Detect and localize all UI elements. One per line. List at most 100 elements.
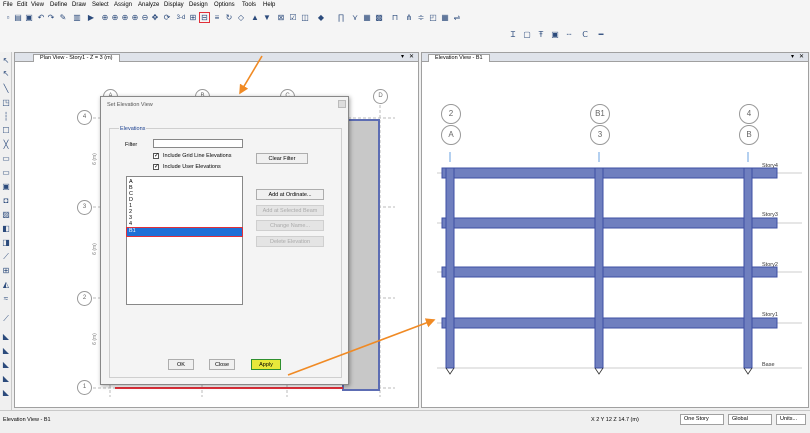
menu-analyze[interactable]: Analyze — [138, 2, 159, 8]
draw-link-icon[interactable]: ◨ — [1, 238, 11, 248]
new-model-icon[interactable]: ▫ — [3, 13, 13, 23]
plan-view-tab[interactable]: Plan View - Story1 - Z = 3 (m) — [33, 54, 120, 62]
menu-edit[interactable]: Edit — [17, 2, 27, 8]
zoom-previous-icon[interactable]: ⊕ — [120, 13, 130, 23]
redo-icon[interactable]: ↷ — [46, 13, 56, 23]
menu-select[interactable]: Select — [92, 2, 109, 8]
menu-options[interactable]: Options — [214, 2, 235, 8]
save-icon[interactable]: ▣ — [24, 13, 34, 23]
panel-icon[interactable]: ▣ — [550, 30, 560, 40]
tab-dropdown-icon[interactable]: ▾ — [401, 53, 404, 62]
show-undeformed-icon[interactable]: ◫ — [300, 13, 310, 23]
add-at-selected-beam-button[interactable]: Add at Selected Beam — [256, 205, 324, 216]
column-icon[interactable]: ⊓ — [390, 13, 400, 23]
draw-brace-icon[interactable]: ☐ — [1, 126, 11, 136]
menu-draw[interactable]: Draw — [72, 2, 86, 8]
draw-slab-icon[interactable]: ▨ — [1, 210, 11, 220]
pointer-icon[interactable]: ↖ — [1, 56, 11, 66]
close-button[interactable]: Close — [209, 359, 235, 370]
pan-icon[interactable]: ✥ — [150, 13, 160, 23]
run-icon[interactable]: ▶ — [86, 13, 96, 23]
menu-help[interactable]: Help — [263, 2, 275, 8]
list-item-selected[interactable]: B1 — [126, 227, 243, 237]
menu-tools[interactable]: Tools — [242, 2, 256, 8]
menu-define[interactable]: Define — [50, 2, 67, 8]
down-one-level-icon[interactable]: ▼ — [262, 13, 272, 23]
draw-point-icon[interactable]: ◳ — [1, 98, 11, 108]
draw-line-icon[interactable]: ╲ — [1, 84, 11, 94]
story-mode-select[interactable]: One Story — [680, 414, 724, 425]
channel-icon[interactable]: Ⅽ — [580, 30, 590, 40]
brace-icon[interactable]: ⋎ — [350, 13, 360, 23]
section-view-icon[interactable]: ≡ — [212, 13, 222, 23]
menu-display[interactable]: Display — [164, 2, 184, 8]
section-i-icon[interactable]: Ɪ — [508, 30, 518, 40]
draw-opening-icon[interactable]: ◘ — [1, 196, 11, 206]
close-icon[interactable]: ✕ — [799, 53, 804, 62]
set-display-icon[interactable]: ☑ — [288, 13, 298, 23]
draw-grid-icon[interactable]: ⊞ — [1, 266, 11, 276]
draw-cross-icon[interactable]: ╳ — [1, 140, 11, 150]
opening-icon[interactable]: ◰ — [428, 13, 438, 23]
draw-wavy-icon[interactable]: ≈ — [1, 294, 11, 304]
include-grid-checkbox[interactable]: ✓ — [153, 153, 159, 159]
units-button[interactable]: Units... — [776, 414, 806, 425]
dashed-line-icon[interactable]: ┄ — [564, 30, 574, 40]
coord-system-select[interactable]: Global — [728, 414, 772, 425]
select-prev-icon[interactable]: ◣ — [1, 346, 11, 356]
draw-rectangle-icon[interactable]: ▭ — [1, 168, 11, 178]
view-3d-button[interactable]: 3-d — [174, 13, 188, 23]
pencil-icon[interactable]: ✎ — [58, 13, 68, 23]
elevation-view-icon[interactable]: ⊟ — [199, 12, 210, 23]
list-item[interactable]: 4 — [129, 221, 132, 227]
ok-button[interactable]: OK — [168, 359, 194, 370]
select-extra-icon[interactable]: ◣ — [1, 374, 11, 384]
lock-icon[interactable]: ▥ — [72, 13, 82, 23]
zoom-out-icon[interactable]: ⊖ — [140, 13, 150, 23]
undo-icon[interactable]: ↶ — [36, 13, 46, 23]
include-user-checkbox[interactable]: ✓ — [153, 164, 159, 170]
reshape-icon[interactable]: ↖ — [1, 69, 11, 79]
select-extra2-icon[interactable]: ◣ — [1, 388, 11, 398]
menu-design[interactable]: Design — [189, 2, 208, 8]
tee-icon[interactable]: Ŧ — [536, 30, 546, 40]
draw-section-icon[interactable]: ◧ — [1, 224, 11, 234]
open-icon[interactable]: ▤ — [13, 13, 23, 23]
filter-input[interactable] — [153, 139, 243, 148]
joist-icon[interactable]: ≑ — [416, 13, 426, 23]
zoom-rubber-icon[interactable]: ⊕ — [100, 13, 110, 23]
line-style-icon[interactable]: ━ — [596, 30, 606, 40]
rotate-3d-icon[interactable]: ⟳ — [162, 13, 172, 23]
draw-column-icon[interactable]: ┆ — [1, 112, 11, 122]
wall-icon[interactable]: ▦ — [362, 13, 372, 23]
apply-button[interactable]: Apply — [251, 359, 281, 370]
beam-icon[interactable]: ⋔ — [404, 13, 414, 23]
elevation-view-pane[interactable]: Elevation View - B1 ▾ ✕ 2 B1 4 A 3 B Sto… — [421, 52, 809, 408]
zoom-in-icon[interactable]: ⊕ — [130, 13, 140, 23]
clear-filter-button[interactable]: Clear Filter — [256, 153, 308, 164]
add-at-ordinate-button[interactable]: Add at Ordinate... — [256, 189, 324, 200]
menu-view[interactable]: View — [31, 2, 44, 8]
draw-dimension-icon[interactable]: ⟋ — [1, 252, 11, 262]
rotate-icon[interactable]: ↻ — [224, 13, 234, 23]
change-name-button[interactable]: Change Name... — [256, 220, 324, 231]
frame-icon[interactable]: ∏ — [336, 13, 346, 23]
menu-file[interactable]: File — [3, 2, 13, 8]
slab-icon[interactable]: ▩ — [374, 13, 384, 23]
draw-area-icon[interactable]: ▭ — [1, 154, 11, 164]
line-load-icon[interactable]: ⇌ — [452, 13, 462, 23]
plan-view-icon[interactable]: ⊞ — [188, 13, 198, 23]
perspective-icon[interactable]: ◇ — [236, 13, 246, 23]
display-forces-icon[interactable]: ◆ — [316, 13, 326, 23]
clear-selection-icon[interactable]: ◣ — [1, 360, 11, 370]
delete-elevation-button[interactable]: Delete Elevation — [256, 236, 324, 247]
tab-dropdown-icon[interactable]: ▾ — [791, 53, 794, 62]
select-all-icon[interactable]: ◣ — [1, 332, 11, 342]
zoom-full-icon[interactable]: ⊕ — [110, 13, 120, 23]
draw-ref-line-icon[interactable]: ⟋ — [1, 314, 11, 324]
close-icon[interactable]: ✕ — [409, 53, 414, 62]
draw-wall-icon[interactable]: ▣ — [1, 182, 11, 192]
object-shrink-icon[interactable]: ⊠ — [276, 13, 286, 23]
grid-icon[interactable]: ▦ — [440, 13, 450, 23]
elevation-view-tab[interactable]: Elevation View - B1 — [428, 54, 490, 62]
